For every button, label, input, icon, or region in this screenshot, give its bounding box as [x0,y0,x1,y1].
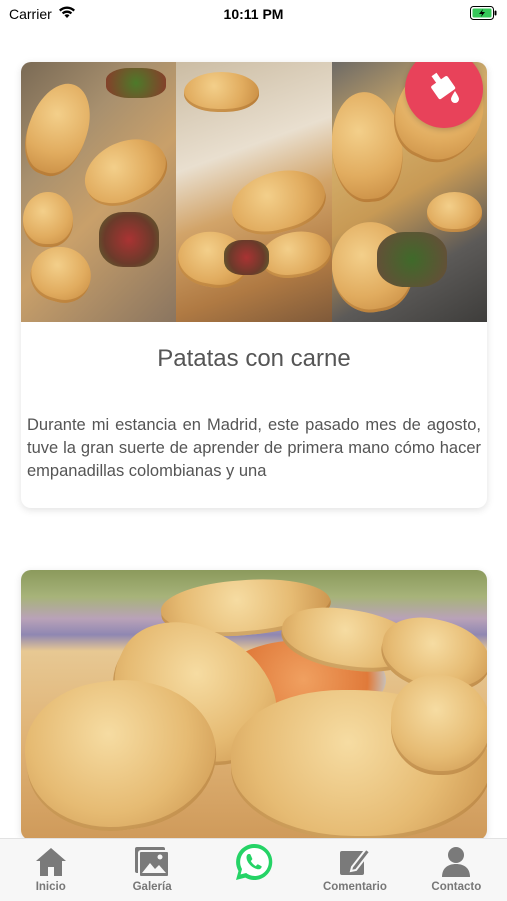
recipe-card[interactable]: Patatas con carne Durante mi estancia en… [21,62,487,508]
photo-pane-left [21,62,177,322]
status-bar: Carrier 10:11 PM [0,0,507,28]
gallery-icon [134,845,171,879]
tab-inicio[interactable]: Inicio [0,839,101,901]
tab-whatsapp[interactable] [203,839,304,901]
comment-edit-icon [338,845,372,879]
photo-pane-center [176,62,332,322]
tab-label: Inicio [35,881,66,893]
recipe-card-2[interactable] [21,570,487,840]
recipe-description: Durante mi estancia en Madrid, este pasa… [27,416,481,480]
tab-label: Contacto [431,881,482,893]
tab-galeria[interactable]: Galería [101,839,202,901]
recipe-photo [21,570,487,840]
person-icon [440,845,472,879]
recipe-title: Patatas con carne [157,345,351,372]
tab-comentario[interactable]: Comentario [304,839,405,901]
tab-label: Galería [132,881,172,893]
paint-bucket-icon [424,67,464,112]
tab-label: Comentario [322,881,387,893]
clock: 10:11 PM [223,6,284,22]
bottom-tab-bar: Inicio Galería Comentario Contacto [0,838,507,901]
home-icon [34,845,68,879]
battery-icon [470,6,498,23]
whatsapp-icon [233,843,275,880]
tab-contacto[interactable]: Contacto [406,839,507,901]
